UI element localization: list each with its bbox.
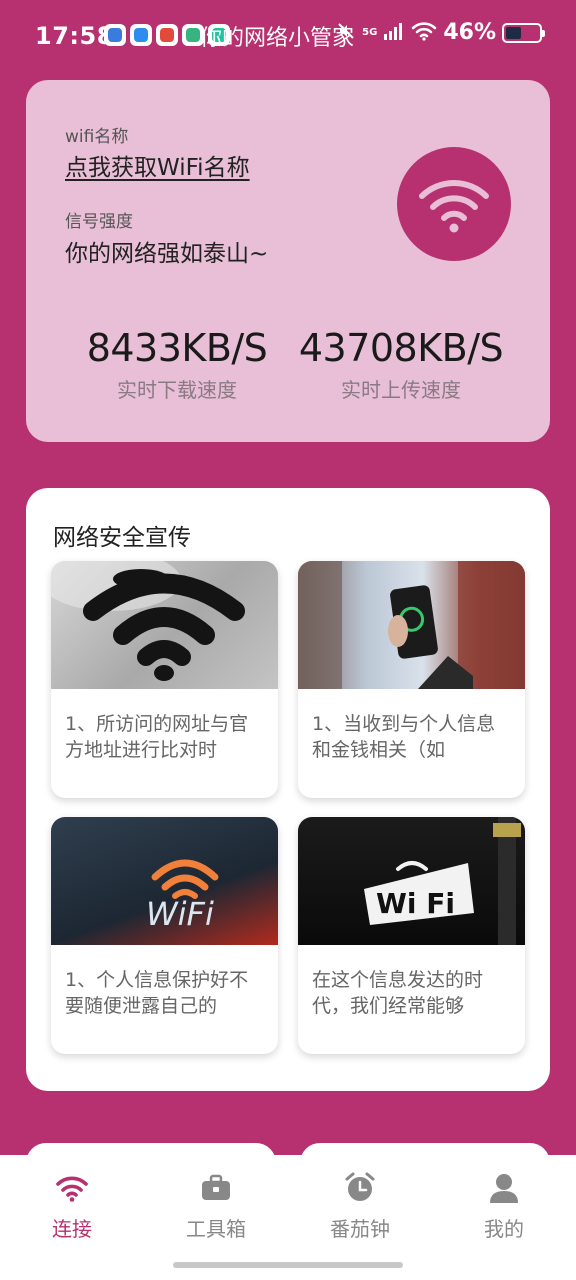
wifi-drain-image [51,561,278,689]
wifi-free-sign-image: Wi Fi [298,817,525,945]
article-card[interactable]: 1、所访问的网址与官方地址进行比对时 [51,561,278,798]
status-time: 17:58 [35,22,114,50]
wifi-sign-image: WiFi [51,817,278,945]
home-indicator[interactable] [173,1262,403,1268]
mute-icon [336,21,356,45]
wifi-name-label: wifi名称 [65,127,129,147]
article-excerpt: 1、当收到与个人信息和金钱相关（如 [312,713,496,761]
nav-tab-connect[interactable]: 连接 [0,1155,144,1250]
alarm-clock-icon [342,1170,378,1206]
app-notification-icon [130,24,152,46]
section-title: 网络安全宣传 [53,525,191,551]
status-bar: 17:58 你的网络小管家 5G 46% [0,0,576,76]
article-card[interactable]: WiFi 1、个人信息保护好不要随便泄露自己的 [51,817,278,1054]
upload-speed-value: 43708KB/S [298,326,504,370]
upload-speed-block: 43708KB/S 实时上传速度 [296,326,506,403]
nav-label: 番茄钟 [330,1217,390,1241]
wifi-icon [54,1170,90,1206]
nav-tab-mine[interactable]: 我的 [432,1155,576,1250]
network-type: 5G [362,26,378,38]
user-icon [486,1170,522,1206]
article-excerpt: 1、所访问的网址与官方地址进行比对时 [65,713,249,761]
download-speed-value: 8433KB/S [86,326,268,370]
battery-percent: 46% [443,20,496,45]
toolbox-icon [198,1170,234,1206]
nav-tab-pomodoro[interactable]: 番茄钟 [288,1155,432,1250]
app-title-overlay: 你的网络小管家 [200,26,355,51]
security-promo-card: 网络安全宣传 1、所访问的网址与官方地址进行比对时 1、当收到与个人信息和金钱相… [26,488,550,1091]
status-indicators: 5G 46% [336,20,545,45]
download-speed-block: 8433KB/S 实时下载速度 [84,326,270,403]
nav-tab-toolbox[interactable]: 工具箱 [144,1155,288,1250]
wifi-status-icon [411,21,437,45]
nav-label: 工具箱 [186,1217,246,1241]
nav-label: 连接 [52,1217,92,1241]
signal-strength-label: 信号强度 [65,212,133,232]
svg-text:WiFi: WiFi [146,895,214,933]
download-speed-label: 实时下载速度 [117,378,237,402]
get-wifi-name-link[interactable]: 点我获取WiFi名称 [65,148,250,182]
cellular-signal-icon [383,22,405,44]
article-card[interactable]: 1、当收到与个人信息和金钱相关（如 [298,561,525,798]
svg-text:Wi Fi: Wi Fi [376,887,455,920]
app-notification-icon [156,24,178,46]
network-info-card: wifi名称 点我获取WiFi名称 信号强度 你的网络强如泰山~ 8433KB/… [26,80,550,442]
upload-speed-label: 实时上传速度 [341,378,461,402]
article-card[interactable]: Wi Fi 在这个信息发达的时代，我们经常能够 [298,817,525,1054]
nav-label: 我的 [484,1217,524,1241]
battery-fill [506,26,521,39]
wifi-icon[interactable] [397,147,511,261]
phone-speedtest-image [298,561,525,689]
article-excerpt: 1、个人信息保护好不要随便泄露自己的 [65,969,249,1017]
app-notification-icon [104,24,126,46]
battery-icon [502,22,545,43]
signal-strength-value: 你的网络强如泰山~ [65,241,269,267]
article-excerpt: 在这个信息发达的时代，我们经常能够 [312,969,484,1017]
